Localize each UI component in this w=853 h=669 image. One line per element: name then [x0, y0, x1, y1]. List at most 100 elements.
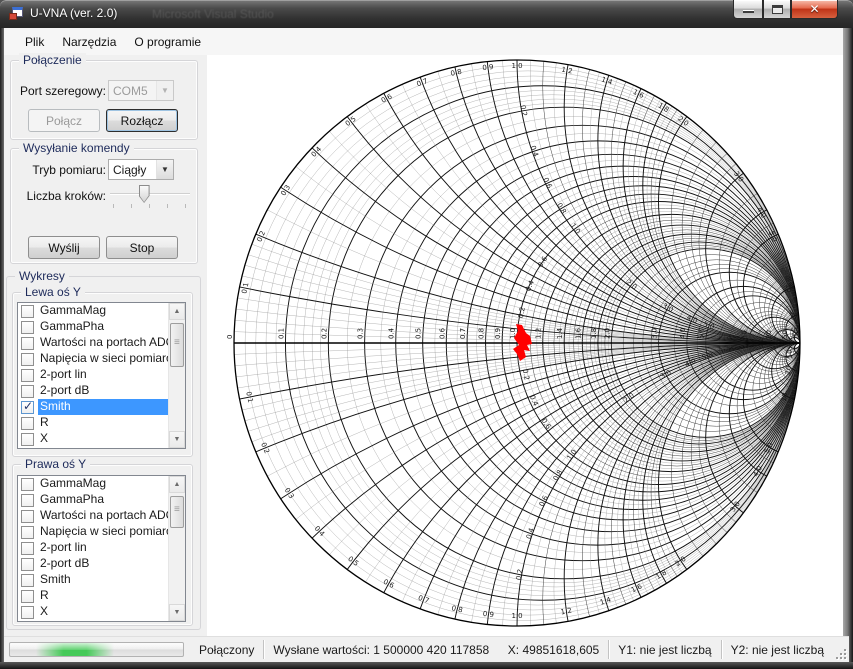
svg-text:0.2: 0.2	[519, 104, 529, 116]
list-item[interactable]: X	[18, 604, 168, 620]
stop-button[interactable]: Stop	[106, 236, 178, 259]
svg-text:1.0: 1.0	[565, 448, 578, 462]
measure-mode-value: Ciągły	[109, 163, 156, 177]
send-button[interactable]: Wyślij	[28, 236, 100, 259]
checkbox[interactable]	[21, 401, 34, 414]
scroll-up-arrow[interactable]: ▲	[169, 303, 185, 320]
checkbox[interactable]	[21, 542, 34, 555]
menu-item-narzędzia[interactable]: Narzędzia	[53, 31, 125, 53]
list-item[interactable]: GammaMag	[18, 303, 168, 319]
scroll-down-arrow[interactable]: ▼	[169, 431, 185, 448]
trackbar-thumb[interactable]	[139, 185, 150, 203]
svg-text:0.8: 0.8	[478, 328, 486, 339]
list-item[interactable]: 2-port lin	[18, 540, 168, 556]
maximize-button[interactable]	[763, 0, 791, 19]
minimize-button[interactable]	[733, 0, 763, 19]
trackbar-groove	[110, 193, 190, 195]
svg-text:0.7: 0.7	[417, 594, 430, 605]
checkbox[interactable]	[21, 606, 34, 619]
list-item-label: Wartości na portach ADC	[38, 508, 168, 524]
svg-text:0.4: 0.4	[529, 145, 540, 159]
list-item[interactable]: 2-port dB	[18, 556, 168, 572]
status-connected: Połączony	[190, 643, 263, 657]
scroll-down-arrow[interactable]: ▼	[169, 604, 185, 621]
svg-text:0.2: 0.2	[517, 306, 527, 319]
checkbox[interactable]	[21, 321, 34, 334]
serial-port-combobox[interactable]: COM5 ▼	[108, 80, 174, 101]
list-item[interactable]: Wartości na portach ADC	[18, 335, 168, 351]
checkbox[interactable]	[21, 526, 34, 539]
list-item[interactable]: GammaMag	[18, 476, 168, 492]
minimize-icon	[743, 10, 754, 13]
window-border-bottom	[0, 662, 853, 669]
svg-text:20: 20	[765, 330, 773, 339]
disconnect-button[interactable]: Rozłącz	[106, 109, 178, 132]
checkbox[interactable]	[21, 385, 34, 398]
svg-text:0.2: 0.2	[259, 441, 271, 454]
status-sent-values: Wysłane wartości: 1 500000 420 117858	[264, 643, 498, 657]
svg-text:0.6: 0.6	[438, 327, 446, 339]
list-item[interactable]: X	[18, 431, 168, 447]
svg-text:20: 20	[788, 311, 797, 321]
list-item[interactable]: Wartości na portach ADC	[18, 508, 168, 524]
list-item[interactable]: GammaPha	[18, 492, 168, 508]
svg-text:3.0: 3.0	[651, 328, 659, 339]
list-item[interactable]: Napięcia w sieci pomiarow	[18, 524, 168, 540]
checkbox[interactable]	[21, 353, 34, 366]
checkbox[interactable]	[21, 590, 34, 603]
vertical-scrollbar[interactable]: ▲▼	[168, 303, 185, 448]
steps-trackbar[interactable]	[110, 184, 190, 212]
svg-text:0.3: 0.3	[283, 486, 296, 500]
svg-text:0.7: 0.7	[459, 328, 467, 339]
list-item-label: Napięcia w sieci pomiarow	[38, 524, 168, 540]
list-item[interactable]: R	[18, 588, 168, 604]
checkbox[interactable]	[21, 478, 34, 491]
checkbox[interactable]	[21, 305, 34, 318]
list-item[interactable]: R	[18, 415, 168, 431]
svg-text:0.4: 0.4	[528, 394, 540, 408]
svg-text:0.2: 0.2	[521, 368, 531, 381]
menu-item-o-programie[interactable]: O programie	[125, 31, 210, 53]
list-item[interactable]: Smith	[18, 572, 168, 588]
svg-text:0.1: 0.1	[278, 328, 286, 339]
svg-text:1.8: 1.8	[590, 328, 598, 339]
vertical-scrollbar[interactable]: ▲▼	[168, 476, 185, 621]
scrollbar-thumb[interactable]	[170, 496, 184, 528]
checkbox[interactable]	[21, 494, 34, 507]
connect-button[interactable]: Połącz	[28, 109, 100, 132]
close-button[interactable]: ✕	[791, 0, 838, 19]
status-y1-value: Y1: nie jest liczbą	[609, 643, 720, 657]
list-item[interactable]: 2-port dB	[18, 383, 168, 399]
svg-text:1.0: 1.0	[569, 222, 582, 236]
checkbox[interactable]	[21, 337, 34, 350]
list-item[interactable]: 2-port lin	[18, 367, 168, 383]
checkbox[interactable]	[21, 433, 34, 446]
checkbox[interactable]	[21, 369, 34, 382]
svg-text:0.5: 0.5	[415, 328, 423, 339]
background-window-title: Microsoft Visual Studio	[152, 7, 274, 21]
list-item[interactable]: Smith	[18, 399, 168, 415]
checkbox[interactable]	[21, 510, 34, 523]
svg-text:0.8: 0.8	[451, 604, 464, 614]
checkbox[interactable]	[21, 558, 34, 571]
list-item[interactable]: Napięcia w sieci pomiarow	[18, 351, 168, 367]
list-item-label: 2-port dB	[38, 556, 168, 572]
svg-text:1.4: 1.4	[556, 327, 564, 339]
right-axis-listbox[interactable]: GammaMagGammaPhaWartości na portach ADCN…	[17, 475, 186, 622]
list-item-label: 2-port lin	[38, 540, 168, 556]
status-y2-value: Y2: nie jest liczbą	[722, 643, 833, 657]
menu-item-plik[interactable]: Plik	[16, 31, 53, 53]
resize-grip[interactable]	[833, 646, 847, 660]
checkbox[interactable]	[21, 417, 34, 430]
list-item-label: GammaPha	[38, 319, 168, 335]
svg-text:5.0: 5.0	[698, 328, 706, 339]
checkbox[interactable]	[21, 574, 34, 587]
list-item[interactable]: GammaPha	[18, 319, 168, 335]
right-axis-title: Prawa oś Y	[21, 457, 90, 471]
left-axis-listbox[interactable]: GammaMagGammaPhaWartości na portach ADCN…	[17, 302, 186, 449]
combo-arrow-zone: ▼	[156, 160, 173, 179]
scroll-up-arrow[interactable]: ▲	[169, 476, 185, 493]
measure-mode-combobox[interactable]: Ciągły ▼	[108, 159, 174, 180]
chevron-down-icon: ▼	[161, 86, 169, 95]
scrollbar-thumb[interactable]	[170, 323, 184, 367]
